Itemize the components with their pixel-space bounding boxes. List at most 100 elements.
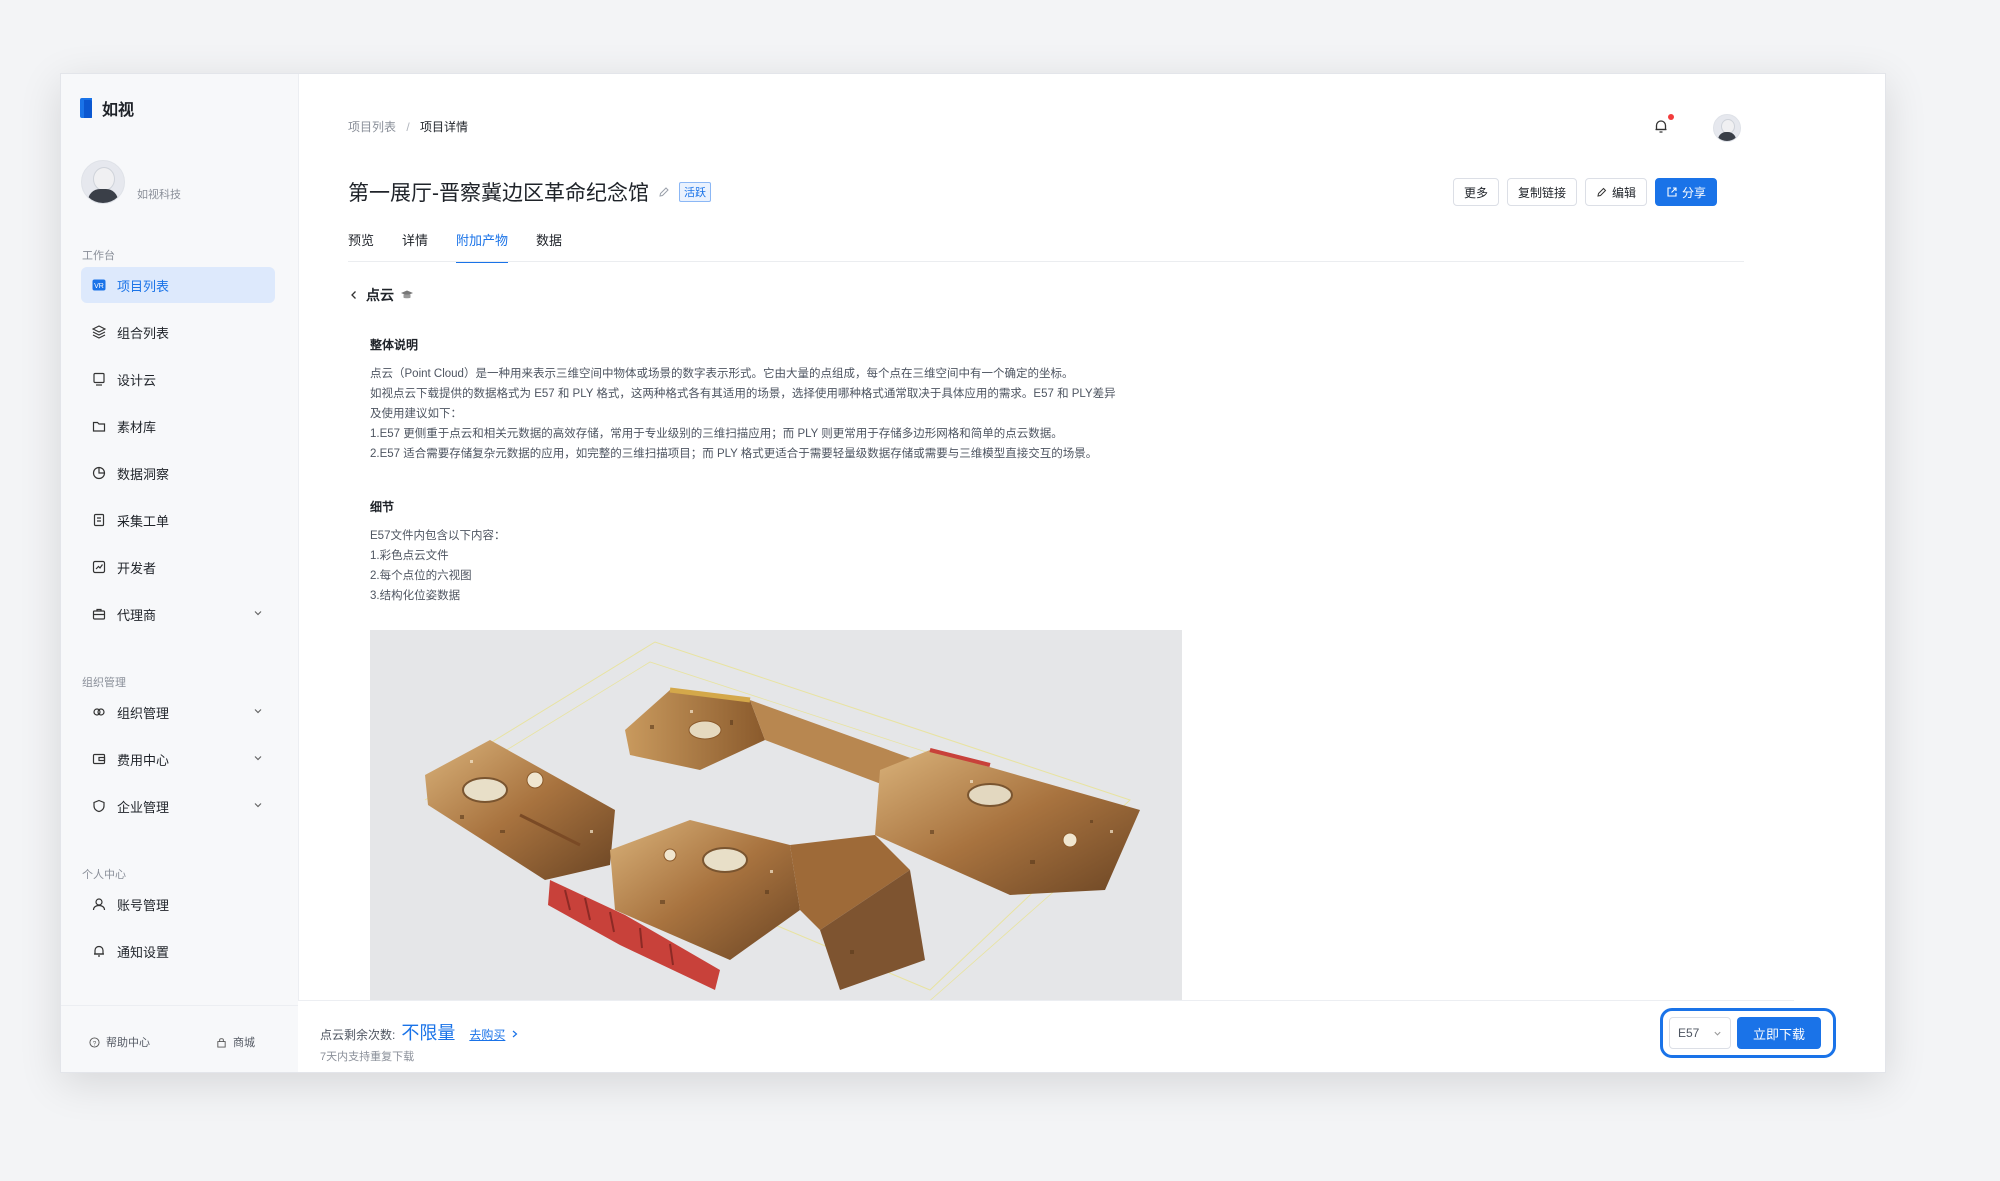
app-logo[interactable]: 如视 xyxy=(80,96,134,120)
sidebar-item-label: 设计云 xyxy=(117,372,157,388)
status-badge: 活跃 xyxy=(679,182,711,202)
quota-value: 不限量 xyxy=(401,1023,456,1043)
svg-text:VR: VR xyxy=(94,283,104,290)
tab-divider xyxy=(348,261,1744,262)
sidebar-item-label: 开发者 xyxy=(117,560,157,576)
sidebar-item-label: 组织管理 xyxy=(117,705,170,721)
title-row: 第一展厅-晋察冀边区革命纪念馆 活跃 xyxy=(348,177,711,207)
sidebar-item-label: 组合列表 xyxy=(117,325,170,341)
copy-link-button[interactable]: 复制链接 xyxy=(1507,178,1578,206)
share-button[interactable]: 分享 xyxy=(1655,178,1718,206)
chevron-down-icon xyxy=(1714,1031,1721,1036)
sidebar-item-org-management[interactable]: 组织管理 xyxy=(81,694,275,730)
layers-icon xyxy=(91,324,107,340)
sidebar-item-enterprise[interactable]: 企业管理 xyxy=(81,788,275,824)
notification-bell-icon[interactable] xyxy=(1653,118,1669,134)
shield-icon xyxy=(91,798,107,814)
folder-icon xyxy=(91,418,107,434)
section-title-org: 组织管理 xyxy=(82,677,126,689)
sidebar: 如视 如视科技 工作台 VR 项目列表 组合列表 设计云 素材库 数据洞察 采集… xyxy=(61,74,299,1072)
more-button[interactable]: 更多 xyxy=(1453,178,1500,206)
overview-heading: 整体说明 xyxy=(370,338,419,352)
breadcrumb-parent[interactable]: 项目列表 xyxy=(348,120,396,134)
sidebar-item-developer[interactable]: 开发者 xyxy=(81,549,275,585)
sidebar-item-agent[interactable]: 代理商 xyxy=(81,596,275,632)
quota-info: 点云剩余次数: 不限量 去购买 xyxy=(320,1019,519,1045)
tab-details[interactable]: 详情 xyxy=(402,230,428,260)
sidebar-item-account[interactable]: 账号管理 xyxy=(81,886,275,922)
sidebar-item-label: 企业管理 xyxy=(117,799,170,815)
breadcrumb-current: 项目详情 xyxy=(420,120,469,134)
sidebar-item-data-insight[interactable]: 数据洞察 xyxy=(81,455,275,491)
svg-text:?: ? xyxy=(93,1040,97,1047)
user-card[interactable]: 如视科技 xyxy=(81,160,181,204)
graduation-cap-icon xyxy=(401,290,413,299)
point-cloud-preview-image xyxy=(370,630,1182,1000)
store-icon xyxy=(217,1037,226,1048)
logo-icon xyxy=(80,98,92,118)
action-buttons: 更多 复制链接 编辑 分享 xyxy=(1453,178,1718,206)
notification-badge xyxy=(1668,114,1674,120)
detail-title: 点云 xyxy=(366,287,394,303)
sidebar-item-material-library[interactable]: 素材库 xyxy=(81,408,275,444)
sidebar-item-combo-list[interactable]: 组合列表 xyxy=(81,314,275,350)
pie-chart-icon xyxy=(91,465,107,481)
breadcrumb-separator: / xyxy=(406,120,410,134)
sidebar-item-label: 通知设置 xyxy=(117,944,170,960)
share-icon xyxy=(1667,187,1677,197)
sidebar-item-label: 采集工单 xyxy=(117,513,170,529)
tab-data[interactable]: 数据 xyxy=(536,230,562,260)
developer-icon xyxy=(91,559,107,575)
section-title-personal: 个人中心 xyxy=(82,869,126,881)
chevron-down-icon xyxy=(254,756,262,761)
sidebar-item-label: 素材库 xyxy=(117,419,157,435)
breadcrumb: 项目列表 / 项目详情 xyxy=(348,118,468,135)
sidebar-item-notification-settings[interactable]: 通知设置 xyxy=(81,933,275,969)
chevron-down-icon xyxy=(254,611,262,616)
edit-icon xyxy=(1597,187,1607,197)
help-center-link[interactable]: ? 帮助中心 xyxy=(89,1034,150,1050)
overview-text: 点云（Point Cloud）是一种用来表示三维空间中物体或场景的数字表示形式。… xyxy=(370,368,1116,460)
edit-title-icon[interactable] xyxy=(657,185,671,199)
download-now-button[interactable]: 立即下载 xyxy=(1737,1017,1821,1049)
sidebar-item-label: 费用中心 xyxy=(117,752,170,768)
sidebar-item-label: 数据洞察 xyxy=(117,466,170,482)
section-title-workspace: 工作台 xyxy=(82,250,115,262)
sidebar-item-work-order[interactable]: 采集工单 xyxy=(81,502,275,538)
chevron-down-icon xyxy=(254,709,262,714)
organization-icon xyxy=(91,704,107,720)
tab-preview[interactable]: 预览 xyxy=(348,230,374,260)
help-icon: ? xyxy=(89,1036,100,1048)
sidebar-item-design-cloud[interactable]: 设计云 xyxy=(81,361,275,397)
document-icon xyxy=(91,512,107,528)
tab-attachments[interactable]: 附加产物 xyxy=(456,230,509,263)
avatar[interactable] xyxy=(81,160,125,204)
detail-heading: 细节 xyxy=(370,500,395,514)
edit-button[interactable]: 编辑 xyxy=(1585,178,1648,206)
chevron-right-icon xyxy=(512,1030,518,1038)
back-arrow-icon[interactable] xyxy=(348,289,360,301)
design-cloud-icon xyxy=(91,371,107,387)
format-select[interactable]: E57 xyxy=(1669,1017,1731,1049)
bell-icon xyxy=(91,943,107,959)
store-link[interactable]: 商城 xyxy=(216,1034,255,1050)
user-avatar[interactable] xyxy=(1713,114,1741,142)
wallet-icon xyxy=(91,751,107,767)
main-content: 项目列表 / 项目详情 第一展厅-晋察冀边区革命纪念馆 活跃 更多 复制链接 编… xyxy=(298,74,1885,1072)
sidebar-item-label: 账号管理 xyxy=(117,897,170,913)
quota-label: 点云剩余次数: xyxy=(320,1028,396,1042)
briefcase-icon xyxy=(91,606,107,622)
tab-bar: 预览 详情 附加产物 数据 xyxy=(348,230,562,263)
back-row: 点云 xyxy=(348,285,414,305)
app-name: 如视 xyxy=(102,102,135,119)
sidebar-item-project-list[interactable]: VR 项目列表 xyxy=(81,267,275,303)
user-icon xyxy=(91,896,107,912)
chevron-down-icon xyxy=(254,803,262,808)
download-controls: E57 立即下载 xyxy=(1660,1008,1836,1058)
sidebar-footer: ? 帮助中心 商城 xyxy=(61,1005,298,1072)
sidebar-item-billing[interactable]: 费用中心 xyxy=(81,741,275,777)
project-list-icon: VR xyxy=(91,277,107,293)
buy-link[interactable]: 去购买 xyxy=(469,1026,505,1043)
sidebar-item-label: 代理商 xyxy=(117,607,157,623)
point-cloud-render xyxy=(424,641,1140,1000)
